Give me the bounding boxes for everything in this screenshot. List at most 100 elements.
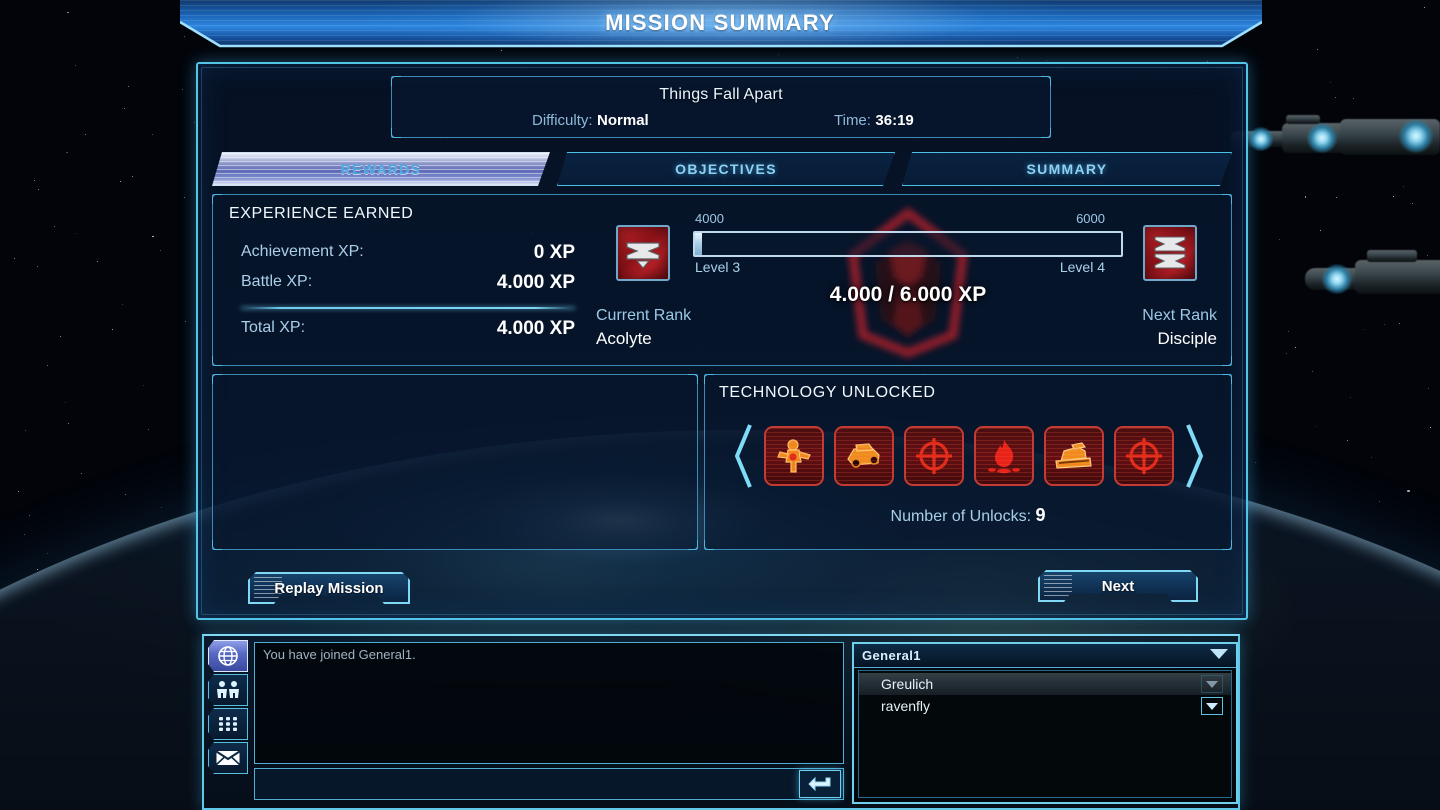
bracket-corner [1222,540,1232,550]
xp-row-total: Total XP: 4.000 XP [241,318,575,343]
tech-item-crosshair-2[interactable] [1114,426,1174,486]
bracket-corner [1222,194,1232,204]
bracket-corner [391,76,401,86]
roster-member-name: Greulich [881,676,934,692]
xp-divider [241,307,575,309]
total-xp-label: Total XP: [241,319,306,336]
chevron-down-icon[interactable] [1201,675,1223,693]
bracket-corner [688,540,698,550]
rewards-empty-panel [212,374,698,550]
mission-meta-row: Difficulty: Normal Time: 36:19 [392,112,1050,134]
chat-input-field[interactable] [255,769,799,799]
tab-bar: REWARDS OBJECTIVES SUMMARY [212,152,1232,186]
rank-disciple-icon [1143,225,1197,281]
mission-name: Things Fall Apart [659,86,783,103]
rank-acolyte-icon [616,225,670,281]
tab-summary-label: SUMMARY [1026,161,1108,177]
tech-item-flame-incendiary[interactable] [974,426,1034,486]
bracket-corner [212,540,222,550]
chat-message-log[interactable]: You have joined General1. [254,642,844,764]
spaceship-lower [1305,250,1440,300]
unlock-count-row: Number of Unlocks: 9 [705,505,1231,526]
roster-channel-name: General1 [862,648,921,663]
crosshair-target-icon [916,438,952,474]
roster-member-list: Greulich ravenfly [858,670,1232,798]
roster-header[interactable]: General1 [854,644,1236,668]
xp-progress-bar [693,231,1123,257]
difficulty-value: Normal [597,112,649,129]
bracket-corner [688,374,698,384]
time-value: 36:19 [875,112,914,129]
bracket-corner [704,374,714,384]
bracket-corner [212,374,222,384]
battle-xp-value: 4.000 XP [496,272,575,293]
xp-row-battle: Battle XP: 4.000 XP [241,272,575,297]
tech-item-infantry-soldier[interactable] [764,426,824,486]
chat-channel-icons [208,640,250,808]
bracket-corner [212,356,222,366]
xp-level-min-label: Level 3 [695,259,741,275]
flame-incendiary-icon [988,440,1020,474]
tech-item-vehicle-buggy[interactable] [834,426,894,486]
bracket-corner [1041,76,1051,86]
tab-objectives[interactable]: OBJECTIVES [557,152,895,186]
mission-time: Time: 36:19 [834,112,914,130]
bracket-corner [212,194,222,204]
total-xp-value: 4.000 XP [496,318,575,339]
unlock-count-value: 9 [1035,505,1046,525]
technology-unlocked-panel: TECHNOLOGY UNLOCKED Number of Unlocks: 9 [704,374,1232,550]
mission-summary-window: Things Fall Apart Difficulty: Normal Tim… [196,62,1248,620]
tech-item-crosshair-1[interactable] [904,426,964,486]
chevron-down-icon[interactable] [1210,649,1228,659]
tab-objectives-label: OBJECTIVES [675,161,777,177]
xp-bar-fill [695,233,702,255]
chevron-down-icon[interactable] [1201,697,1223,715]
xp-bar-track [693,231,1123,257]
current-rank-label: Current Rank [596,307,692,324]
tank-vehicle-icon [1055,442,1092,469]
replay-mission-label: Replay Mission [274,579,384,597]
chat-message: You have joined General1. [263,647,416,662]
xp-level-max-label: Level 4 [1059,259,1105,275]
tab-rewards[interactable]: REWARDS [212,152,550,186]
roster-row[interactable]: ravenfly [859,695,1231,717]
spaceship-upper [1230,115,1440,161]
battle-xp-label: Battle XP: [241,273,313,290]
chat-input-row [254,768,844,800]
bracket-corner [1222,356,1232,366]
enter-arrow-icon[interactable] [799,770,841,798]
page-title: MISSION SUMMARY [605,10,835,35]
difficulty-label: Difficulty: [532,112,593,129]
group-channel-icon[interactable] [208,674,248,706]
chevron-left-icon[interactable] [734,423,754,489]
achievement-xp-value: 0 XP [533,242,575,263]
chat-roster-panel: General1 Greulich ravenfly [852,642,1238,804]
mail-channel-icon[interactable] [208,742,248,774]
xp-current-text: 4.000 / 6.000 XP [829,283,987,306]
mission-info-box: Things Fall Apart Difficulty: Normal Tim… [391,76,1051,138]
xp-row-achievement: Achievement XP: 0 XP [241,242,575,267]
globe-channel-icon[interactable] [208,640,248,672]
tech-item-tank-vehicle[interactable] [1044,426,1104,486]
chevron-right-icon[interactable] [1184,423,1204,489]
next-button[interactable]: Next [1038,570,1198,602]
roster-member-name: ravenfly [881,698,931,714]
roster-row[interactable]: Greulich [859,673,1231,695]
tab-summary[interactable]: SUMMARY [902,152,1232,186]
experience-panel: EXPERIENCE EARNED Achievement XP: 0 XP B… [212,194,1232,366]
xp-bar-max-label: 6000 [1076,211,1105,226]
tab-rewards-label: REWARDS [340,161,422,177]
crosshair-target-icon [1126,438,1162,474]
chat-panel: You have joined General1. General1 Greul… [202,634,1240,810]
next-rank-value: Disciple [1157,329,1217,348]
bracket-corner [1222,374,1232,384]
next-rank-label: Next Rank [1142,307,1217,324]
next-label: Next [1101,577,1135,595]
achievement-xp-label: Achievement XP: [241,243,364,260]
mission-difficulty: Difficulty: Normal [532,112,649,130]
time-label: Time: [834,112,871,129]
replay-mission-button[interactable]: Replay Mission [248,572,410,604]
infantry-soldier-icon [777,439,811,473]
grid-channel-icon[interactable] [208,708,248,740]
xp-bar-min-label: 4000 [695,211,724,226]
